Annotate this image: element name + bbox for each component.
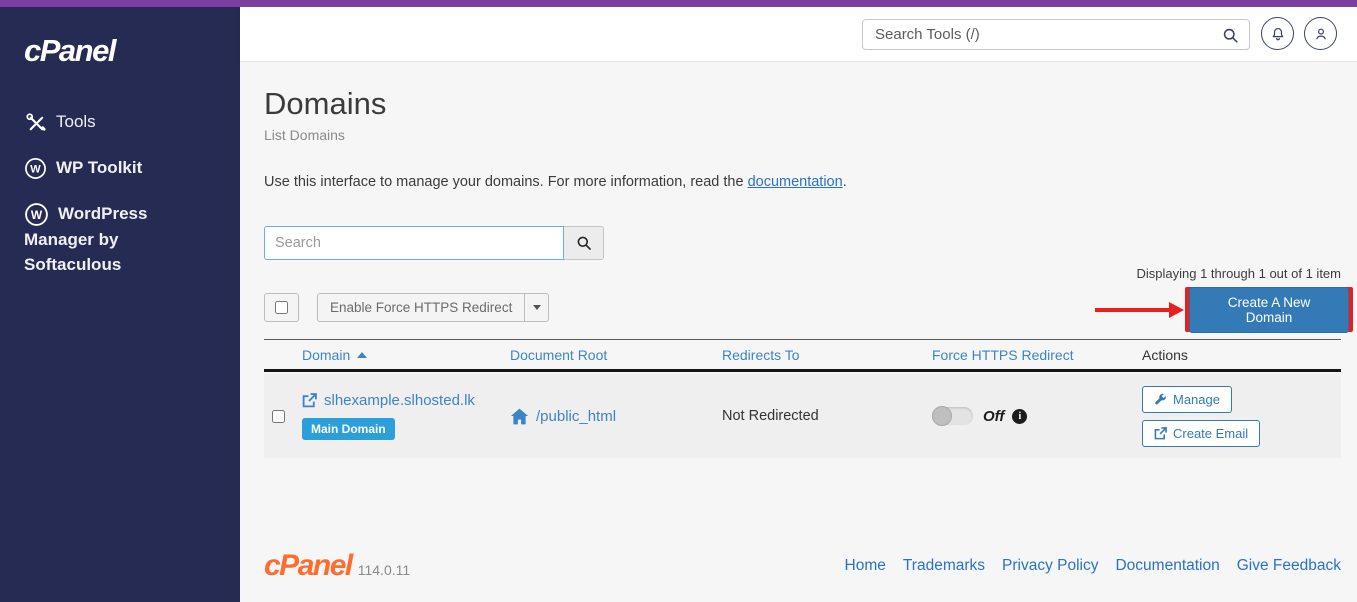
bulk-toolbar: Enable Force HTTPS Redirect — [264, 293, 549, 323]
home-icon — [510, 408, 529, 425]
table-row: slhexample.slhosted.lk Main Domain /publ… — [264, 374, 1341, 458]
footer-link-home[interactable]: Home — [845, 557, 886, 575]
column-header-document-root[interactable]: Document Root — [502, 347, 714, 363]
domain-search-input[interactable] — [264, 226, 564, 260]
header-label: Domain — [302, 347, 350, 363]
create-email-button[interactable]: Create Email — [1142, 420, 1260, 447]
sidebar-item-label: WP Toolkit — [56, 158, 142, 177]
top-accent-bar — [0, 0, 1357, 7]
page-subtitle: List Domains — [264, 127, 345, 143]
document-root-cell: /public_html — [502, 374, 714, 458]
header-label: Actions — [1142, 347, 1188, 363]
column-header-actions: Actions — [1134, 347, 1341, 363]
bulk-action-label: Enable Force HTTPS Redirect — [318, 294, 524, 321]
svg-text:W: W — [30, 164, 41, 176]
user-icon — [1313, 26, 1329, 42]
row-checkbox-cell — [264, 374, 294, 458]
select-all-checkbox[interactable] — [275, 301, 288, 314]
footer-link-privacy-policy[interactable]: Privacy Policy — [1002, 557, 1098, 575]
redirects-to-cell: Not Redirected — [714, 374, 924, 458]
document-root-link[interactable]: /public_html — [510, 408, 616, 425]
footer-link-documentation[interactable]: Documentation — [1115, 557, 1219, 575]
documentation-link[interactable]: documentation — [748, 174, 843, 190]
header-label: Document Root — [510, 347, 607, 363]
document-root-path: /public_html — [536, 408, 616, 425]
create-new-domain-button[interactable]: Create A New Domain — [1189, 287, 1349, 333]
domain-cell: slhexample.slhosted.lk Main Domain — [294, 374, 502, 458]
action-label: Create Email — [1173, 426, 1248, 441]
force-https-toggle[interactable] — [932, 407, 973, 425]
redirects-to-value: Not Redirected — [722, 408, 819, 424]
description-period: . — [843, 174, 847, 190]
footer-link-give-feedback[interactable]: Give Feedback — [1237, 557, 1341, 575]
main-content: Domains List Domains Use this interface … — [240, 62, 1357, 602]
domain-search-button[interactable] — [564, 226, 604, 260]
topbar — [240, 7, 1357, 62]
domain-name: slhexample.slhosted.lk — [324, 392, 475, 409]
pagination-status: Displaying 1 through 1 out of 1 item — [1136, 266, 1341, 281]
search-icon[interactable] — [1222, 27, 1239, 44]
version-label: 114.0.11 — [358, 562, 410, 578]
account-button[interactable] — [1304, 17, 1337, 50]
external-link-icon — [1154, 427, 1167, 440]
actions-cell: Manage Create Email — [1134, 374, 1341, 458]
row-checkbox[interactable] — [272, 410, 285, 423]
sidebar-item-tools[interactable]: Tools — [0, 109, 240, 134]
manage-button[interactable]: Manage — [1142, 386, 1232, 413]
sidebar-item-wp-toolkit[interactable]: W WP Toolkit — [0, 155, 240, 180]
external-link-icon — [302, 393, 317, 408]
info-icon[interactable]: i — [1012, 409, 1027, 424]
search-tools-input[interactable] — [862, 19, 1250, 50]
chevron-down-icon — [533, 305, 541, 310]
sidebar-item-label: Tools — [56, 112, 96, 131]
toggle-knob — [932, 406, 952, 426]
footer-links: Home Trademarks Privacy Policy Documenta… — [845, 557, 1341, 575]
description-text: Use this interface to manage your domain… — [264, 174, 748, 190]
header-label: Force HTTPS Redirect — [932, 347, 1074, 363]
action-label: Manage — [1173, 392, 1220, 407]
footer-link-trademarks[interactable]: Trademarks — [903, 557, 985, 575]
column-header-domain[interactable]: Domain — [294, 347, 502, 363]
list-search-row — [264, 226, 604, 260]
force-https-cell: Off i — [924, 374, 1134, 458]
footer-brand: cPanel 114.0.11 — [264, 549, 410, 583]
sort-ascending-icon — [357, 352, 367, 358]
cpanel-footer-logo[interactable]: cPanel — [264, 549, 352, 583]
notifications-button[interactable] — [1261, 17, 1294, 50]
annotation-box: Create A New Domain — [1185, 287, 1353, 332]
wordpress-icon: W — [24, 157, 47, 180]
page-description: Use this interface to manage your domain… — [264, 174, 847, 190]
tools-icon — [24, 111, 47, 134]
page-title: Domains — [264, 86, 386, 122]
toggle-state-label: Off — [983, 408, 1004, 425]
domains-table: Domain Document Root Redirects To Force … — [264, 339, 1341, 458]
column-header-force-https[interactable]: Force HTTPS Redirect — [924, 347, 1134, 363]
sidebar-nav: Tools W WP Toolkit W WordPress Manager b… — [0, 109, 240, 277]
search-icon — [576, 235, 592, 251]
header-label: Redirects To — [722, 347, 800, 363]
main-domain-badge: Main Domain — [302, 418, 395, 440]
annotation-arrow-head — [1169, 302, 1184, 318]
footer: cPanel 114.0.11 Home Trademarks Privacy … — [264, 549, 1341, 583]
bell-icon — [1270, 26, 1286, 42]
wordpress-icon: W — [24, 202, 49, 227]
column-header-redirects-to[interactable]: Redirects To — [714, 347, 924, 363]
svg-text:W: W — [31, 208, 43, 222]
wrench-icon — [1154, 393, 1167, 406]
sidebar: cPanel Tools W WP Toolkit — [0, 7, 240, 602]
dropdown-caret-section[interactable] — [524, 294, 548, 321]
table-header-row: Domain Document Root Redirects To Force … — [264, 339, 1341, 372]
sidebar-item-wp-manager[interactable]: W WordPress Manager by Softaculous — [0, 201, 240, 277]
domain-link[interactable]: slhexample.slhosted.lk — [302, 392, 475, 409]
select-all-checkbox-button[interactable] — [264, 293, 299, 322]
cpanel-logo[interactable]: cPanel — [24, 33, 240, 69]
annotation-arrow-line — [1095, 308, 1169, 312]
bulk-action-dropdown[interactable]: Enable Force HTTPS Redirect — [317, 293, 549, 322]
